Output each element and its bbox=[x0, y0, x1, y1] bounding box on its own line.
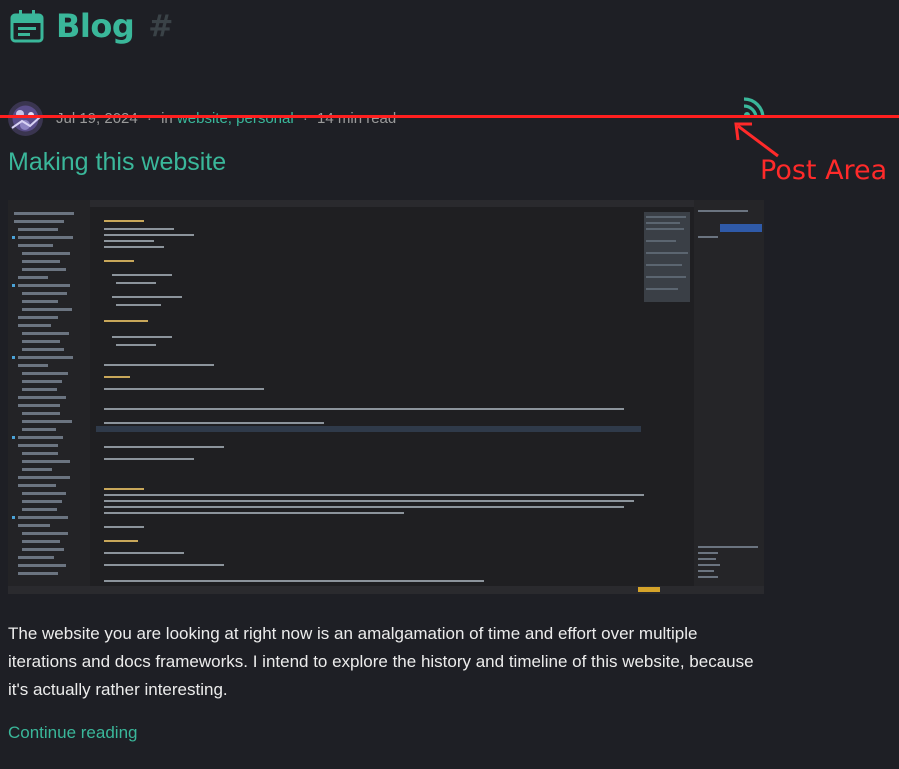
page-title: Blog bbox=[56, 7, 135, 45]
post-excerpt: The website you are looking at right now… bbox=[8, 624, 754, 699]
post-title-link[interactable]: Making this website bbox=[8, 148, 226, 177]
avatar bbox=[8, 100, 43, 136]
in-label: in bbox=[161, 109, 173, 127]
category-link-personal[interactable]: personal bbox=[236, 110, 294, 127]
meta-separator: · bbox=[302, 109, 308, 127]
post-cover-screenshot[interactable] bbox=[8, 200, 764, 594]
blog-header: Blog # bbox=[10, 4, 173, 48]
reading-time: 14 min read bbox=[317, 109, 397, 127]
meta-separator: · bbox=[146, 109, 152, 127]
calendar-icon bbox=[10, 10, 44, 43]
category-link-website[interactable]: website bbox=[177, 110, 228, 127]
post-area-label: Post Area bbox=[760, 155, 888, 186]
post-date: Jul 19, 2024 bbox=[56, 109, 138, 127]
heading-anchor-link[interactable]: # bbox=[148, 9, 173, 44]
post-meta: Jul 19, 2024 · in website, personal · 14… bbox=[8, 100, 396, 136]
category-separator: , bbox=[227, 109, 232, 127]
continue-reading-link[interactable]: Continue reading bbox=[8, 723, 137, 743]
